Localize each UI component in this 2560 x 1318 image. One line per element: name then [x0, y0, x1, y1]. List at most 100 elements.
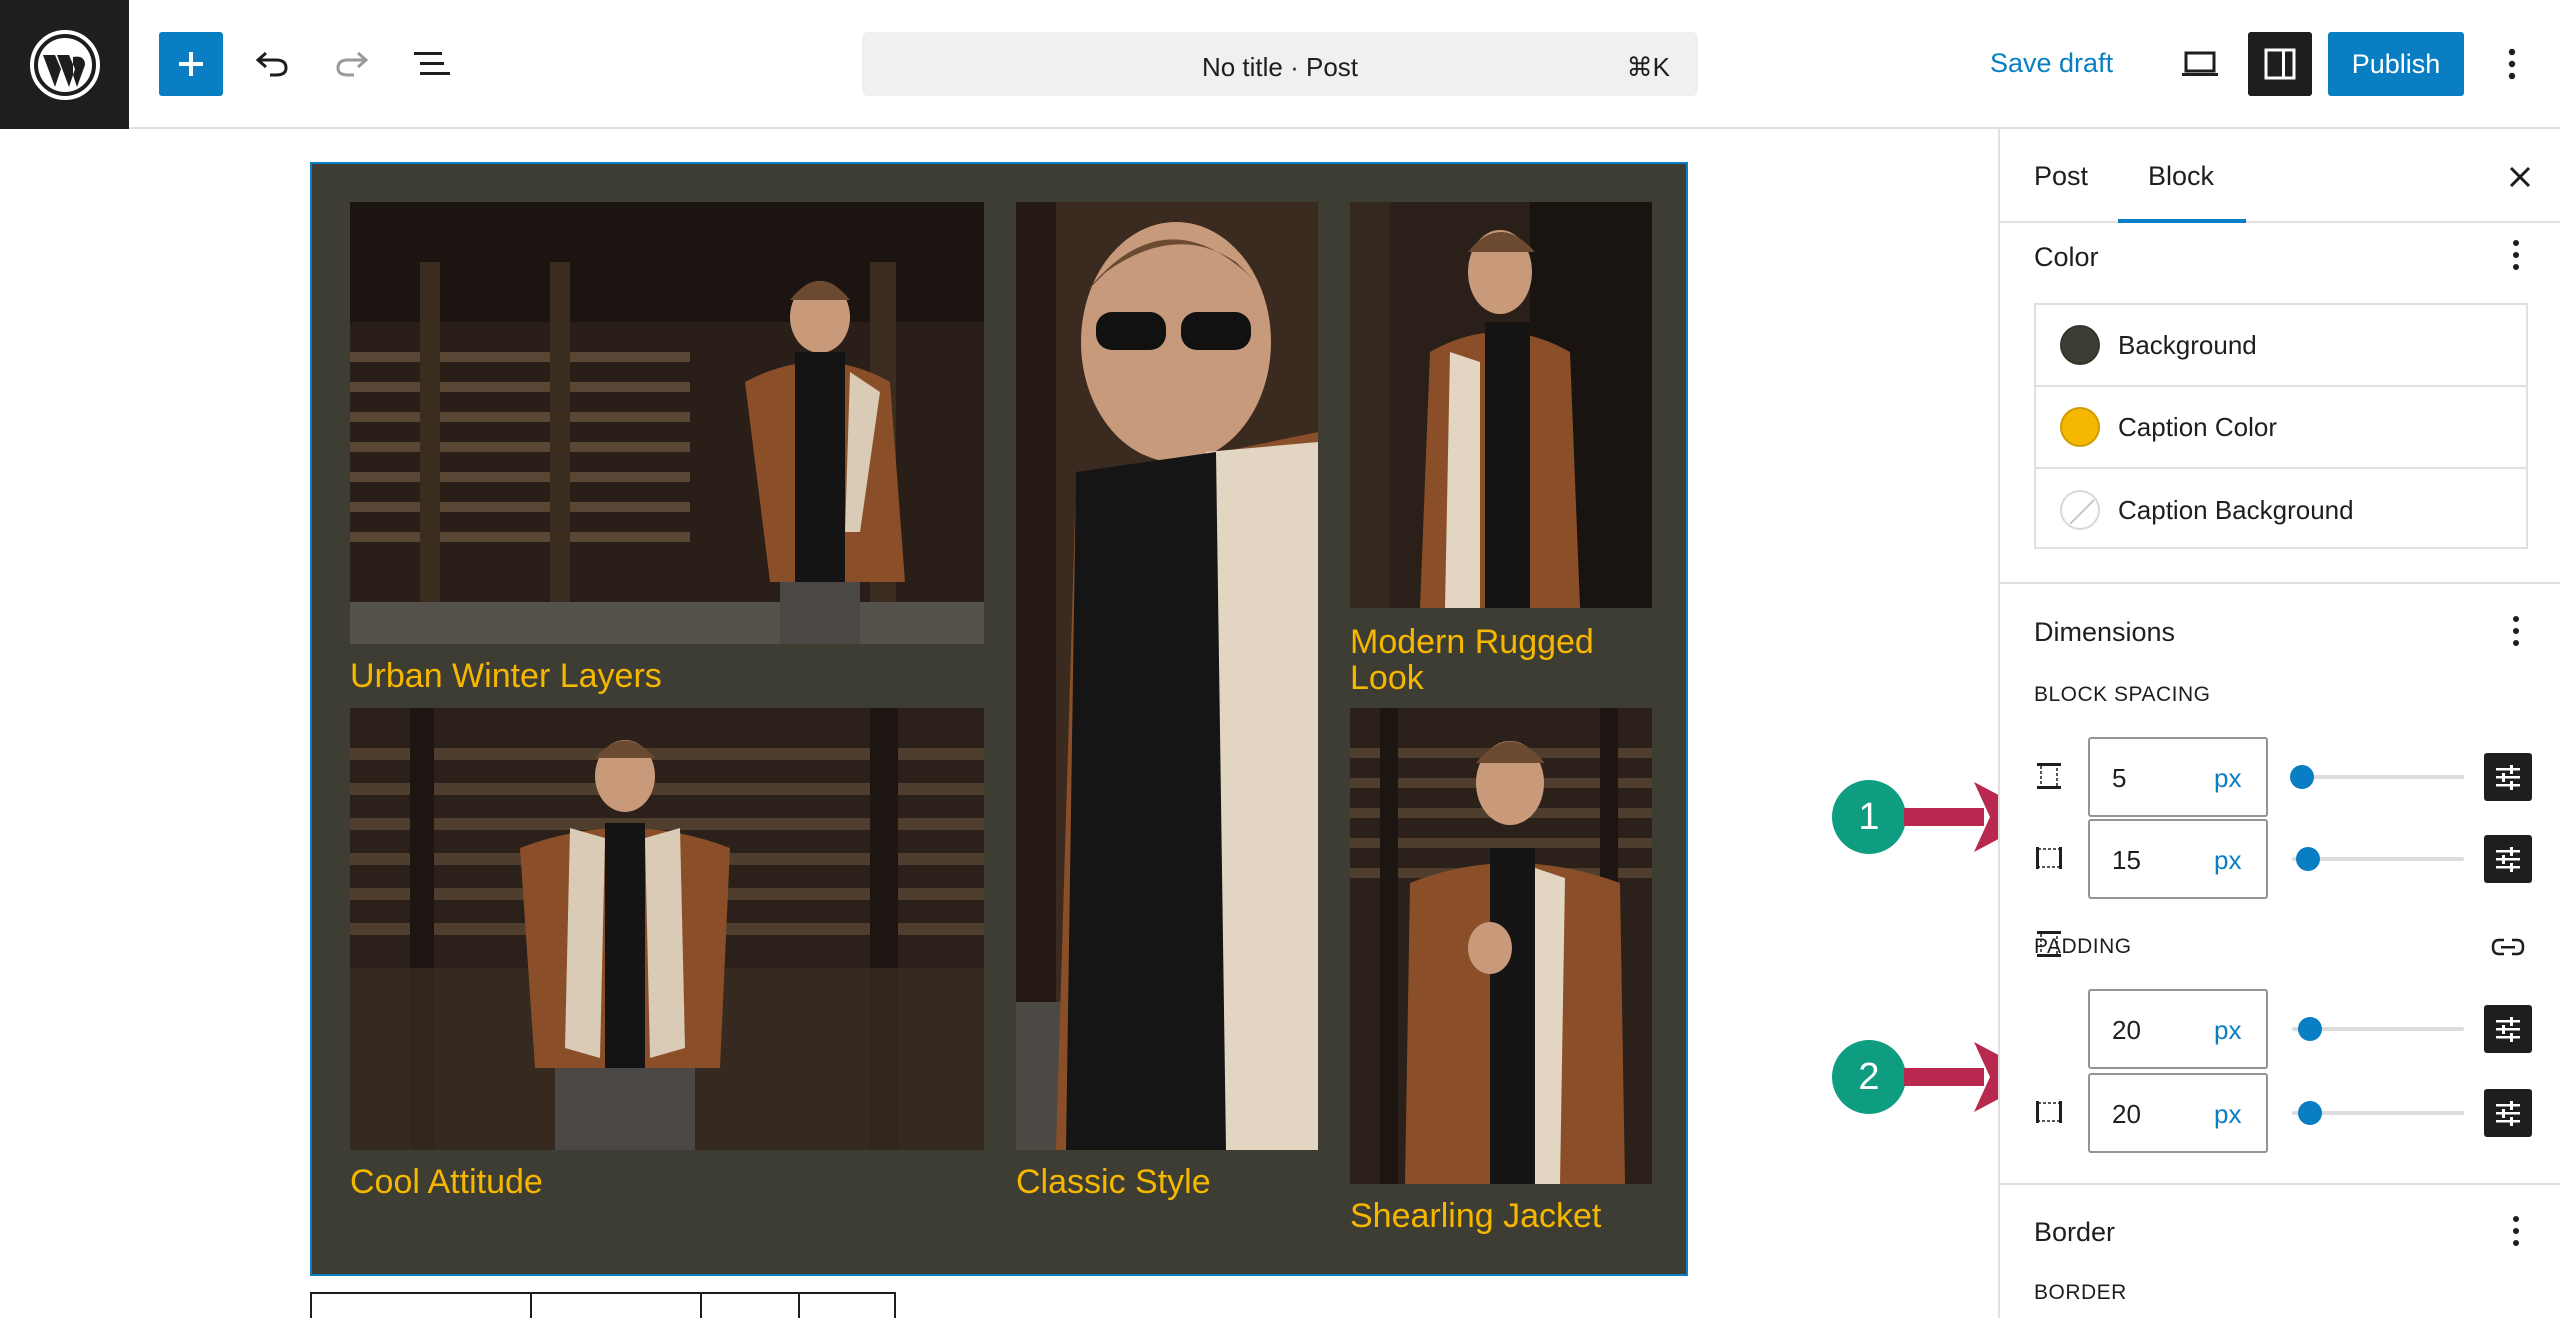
gallery-image-shearling-jacket[interactable] — [1350, 708, 1652, 1184]
set-custom-size-button[interactable] — [2484, 835, 2532, 883]
add-block-button[interactable] — [159, 32, 223, 96]
redo-button[interactable] — [320, 32, 384, 96]
annotation-badge-2: 2 — [1832, 1040, 1906, 1114]
border-label: BORDER — [2034, 1281, 2127, 1304]
editor-header: No title · Post ⌘K Save draft Publish — [0, 0, 2560, 129]
unlink-sides-button[interactable] — [2484, 929, 2532, 965]
gallery-caption: Shearling Jacket — [1350, 1197, 1602, 1235]
color-swatch-empty — [2060, 490, 2100, 530]
sidebar-tabs: Post Block — [2000, 129, 2560, 223]
active-tab-indicator — [2118, 219, 2246, 223]
unit-select[interactable]: px — [2214, 1099, 2241, 1130]
unit-select[interactable]: px — [2214, 845, 2241, 876]
padding-horizontal-icon — [2036, 1101, 2062, 1123]
color-panel-options-button[interactable] — [2504, 237, 2528, 273]
block-spacing-vertical-slider[interactable] — [2290, 765, 2464, 789]
input-value: 20 — [2112, 1099, 2141, 1129]
annotation-badge-1: 1 — [1832, 780, 1906, 854]
gallery-image-cool-attitude[interactable] — [350, 708, 984, 1150]
color-item-caption-background[interactable]: Caption Background — [2036, 469, 2526, 551]
gallery-block[interactable]: Urban Winter Layers Cool Attitude Classi… — [310, 162, 1688, 1276]
input-value: 15 — [2112, 845, 2141, 875]
color-settings-list: Background Caption Color Caption Backgro… — [2034, 303, 2528, 549]
settings-sliders-icon — [2496, 1101, 2520, 1126]
padding-horizontal-slider[interactable] — [2292, 1101, 2464, 1125]
sidebar-icon — [2264, 48, 2296, 80]
color-item-label: Caption Color — [2118, 411, 2277, 442]
vertical-spacing-icon — [2037, 763, 2061, 789]
padding-vertical-input[interactable]: 20 px — [2088, 989, 2268, 1069]
save-draft-button[interactable]: Save draft — [1990, 48, 2113, 79]
gallery-caption: Cool Attitude — [350, 1163, 543, 1201]
color-item-label: Background — [2118, 329, 2257, 360]
list-view-icon — [414, 52, 450, 75]
settings-sliders-icon — [2496, 847, 2520, 872]
color-panel-title: Color — [2034, 242, 2099, 272]
slider-thumb[interactable] — [2290, 765, 2314, 789]
toolbar-segment[interactable] — [800, 1294, 894, 1318]
block-spacing-label: BLOCK SPACING — [2034, 683, 2211, 706]
border-panel-title: Border — [2034, 1217, 2116, 1247]
settings-sidebar-toggle[interactable] — [2248, 32, 2312, 96]
close-sidebar-button[interactable] — [2500, 157, 2540, 197]
settings-sliders-icon — [2496, 1017, 2520, 1042]
panel-divider — [2000, 1183, 2560, 1185]
color-swatch — [2060, 407, 2100, 447]
settings-sliders-icon — [2496, 765, 2520, 790]
slider-thumb[interactable] — [2298, 1101, 2322, 1125]
border-panel-options-button[interactable] — [2504, 1213, 2528, 1249]
horizontal-spacing-icon — [2036, 847, 2062, 869]
plus-icon — [179, 52, 203, 76]
set-custom-size-button[interactable] — [2484, 753, 2532, 801]
color-item-caption-color[interactable]: Caption Color — [2036, 387, 2526, 469]
padding-vertical-slider[interactable] — [2292, 1017, 2464, 1041]
toolbar-segment[interactable] — [312, 1294, 532, 1318]
document-overview-button[interactable] — [400, 32, 464, 96]
gallery-image-classic-style[interactable] — [1016, 202, 1318, 1150]
options-menu-button[interactable] — [2480, 32, 2544, 96]
block-spacing-horizontal-input[interactable]: 15 px — [2088, 819, 2268, 899]
command-palette-bar[interactable]: No title · Post ⌘K — [862, 32, 1698, 96]
dimensions-panel-options-button[interactable] — [2504, 613, 2528, 649]
link-icon — [2491, 938, 2525, 956]
gallery-caption: Modern Rugged Look — [1350, 623, 1594, 697]
gallery-image-modern-rugged-look[interactable] — [1350, 202, 1652, 608]
preview-button[interactable] — [2168, 32, 2232, 96]
more-vertical-icon — [2508, 48, 2516, 80]
color-swatch — [2060, 325, 2100, 365]
publish-button[interactable]: Publish — [2328, 32, 2464, 96]
color-item-background[interactable]: Background — [2036, 305, 2526, 387]
set-custom-size-button[interactable] — [2484, 1089, 2532, 1137]
unit-select[interactable]: px — [2214, 763, 2241, 794]
padding-horizontal-input[interactable]: 20 px — [2088, 1073, 2268, 1153]
close-icon — [2509, 166, 2531, 188]
tab-block[interactable]: Block — [2148, 161, 2214, 192]
more-vertical-icon — [2513, 616, 2519, 646]
redo-icon — [336, 51, 369, 77]
input-value: 20 — [2112, 1015, 2141, 1045]
input-value: 5 — [2112, 763, 2127, 793]
toolbar-segment[interactable] — [532, 1294, 702, 1318]
more-vertical-icon — [2513, 240, 2519, 270]
block-spacing-horizontal-slider[interactable] — [2292, 847, 2464, 871]
gallery-image-urban-winter-layers[interactable] — [350, 202, 984, 644]
dimensions-panel-title: Dimensions — [2034, 617, 2176, 647]
undo-button[interactable] — [240, 32, 304, 96]
desktop-preview-icon — [2182, 51, 2218, 76]
block-toolbar-partial[interactable] — [310, 1292, 896, 1318]
panel-divider — [2000, 582, 2560, 584]
tab-post[interactable]: Post — [2034, 161, 2088, 192]
gallery-caption: Urban Winter Layers — [350, 657, 662, 695]
more-vertical-icon — [2513, 1216, 2519, 1246]
slider-thumb[interactable] — [2298, 1017, 2322, 1041]
wordpress-logo-icon[interactable] — [0, 0, 129, 129]
unit-select[interactable]: px — [2214, 1015, 2241, 1046]
block-spacing-vertical-input[interactable]: 5 px — [2088, 737, 2268, 817]
gallery-caption: Classic Style — [1016, 1163, 1211, 1201]
slider-thumb[interactable] — [2296, 847, 2320, 871]
command-shortcut-hint: ⌘K — [1626, 52, 1670, 82]
set-custom-size-button[interactable] — [2484, 1005, 2532, 1053]
settings-sidebar: Post Block Color Background Caption Colo… — [1998, 129, 2560, 1318]
padding-vertical-icon — [2037, 931, 2061, 957]
toolbar-segment[interactable] — [702, 1294, 800, 1318]
